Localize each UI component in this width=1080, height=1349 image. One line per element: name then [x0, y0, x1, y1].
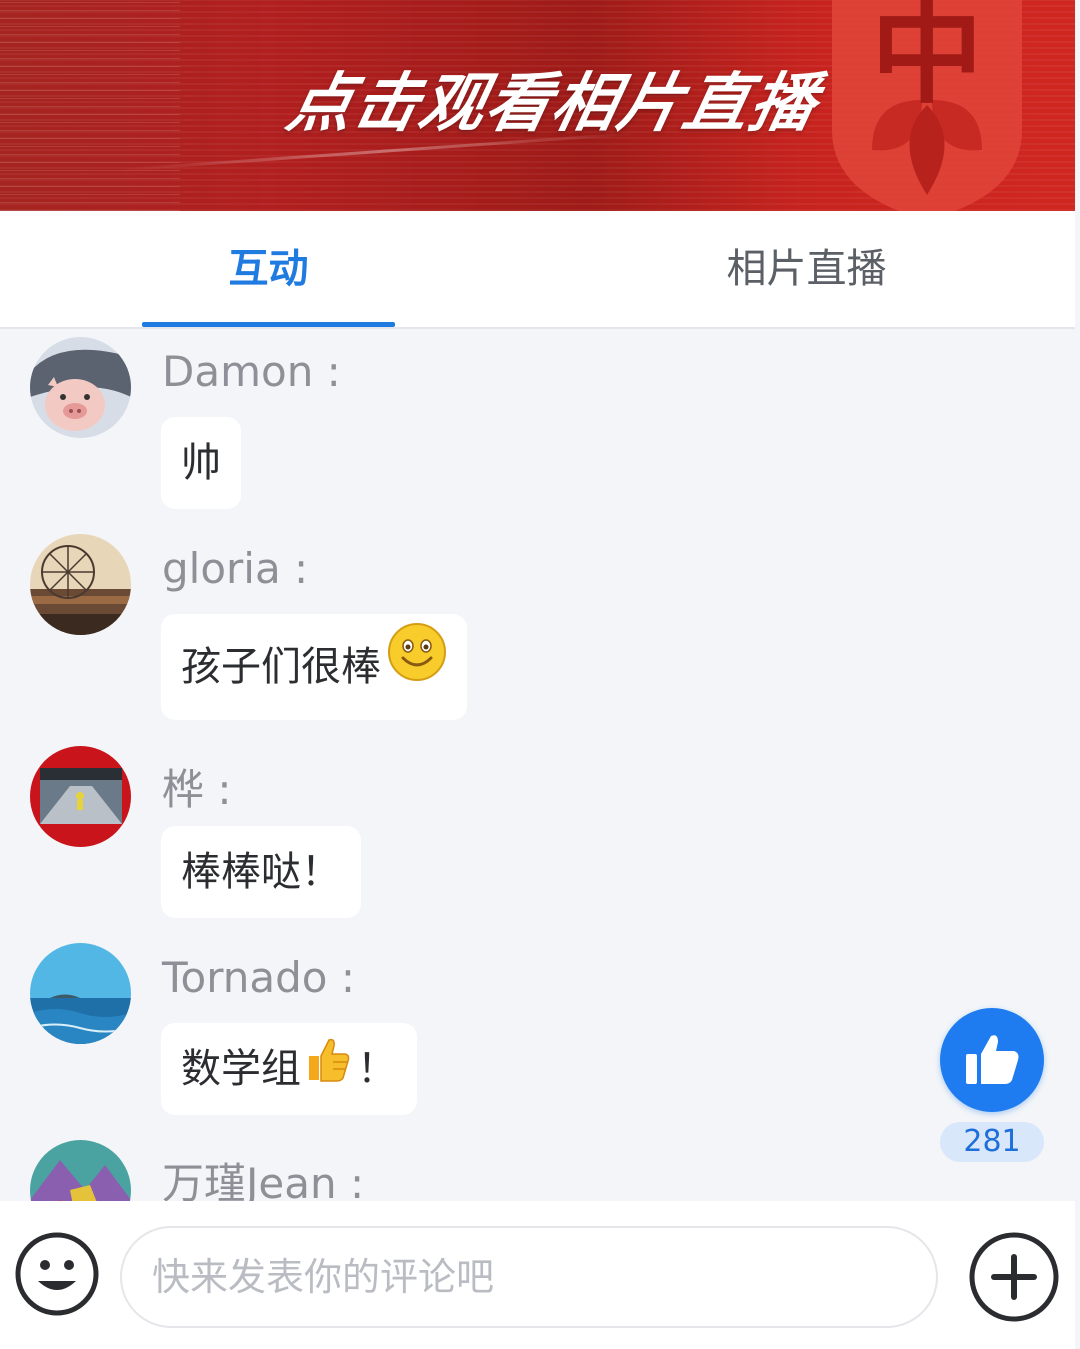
comment-bubble: 棒棒哒！ [161, 826, 361, 918]
username-separator: : [327, 953, 355, 1002]
smile-emoji-icon [387, 616, 447, 722]
username-separator: : [280, 544, 309, 593]
comment-text: 数学组 [181, 1046, 301, 1092]
avatar[interactable] [30, 746, 131, 847]
pig-avatar-icon [30, 337, 131, 438]
like-count-badge: 281 [940, 1122, 1044, 1162]
avatar[interactable] [30, 1140, 131, 1201]
username-separator: : [313, 347, 341, 396]
username-text: Tornado [162, 953, 328, 1002]
thumbs-up-emoji-icon [303, 1025, 351, 1117]
username-text: Damon [162, 347, 314, 396]
avatar[interactable] [30, 534, 131, 635]
comment-input[interactable] [120, 1226, 938, 1328]
comment-text: 帅 [181, 440, 221, 486]
banner-stripes [0, 0, 180, 211]
tab-bar: 互动 相片直播 [0, 211, 1075, 329]
comment-username: Damon : [162, 347, 341, 396]
tab-interact[interactable]: 互动 [142, 211, 395, 327]
comment-username: 桦 : [162, 756, 232, 817]
mountain-avatar-icon [30, 1140, 131, 1201]
username-separator: : [336, 1159, 365, 1201]
comment-list[interactable]: Damon : 帅 gloria : 孩子们很棒 桦: 棒棒哒！ Tornad… [0, 329, 1075, 1201]
avatar[interactable] [30, 943, 131, 1044]
comment-username: gloria : [162, 544, 308, 593]
banner-title[interactable]: 点击观看相片直播 [280, 52, 828, 144]
thumbs-up-icon [966, 1035, 1019, 1084]
comment-text-after: ！ [357, 1046, 397, 1092]
avatar[interactable] [30, 337, 131, 438]
comment-bubble: 孩子们很棒 [161, 614, 467, 720]
comment-bubble: 数学组 ！ [161, 1023, 417, 1115]
smiley-icon[interactable] [14, 1231, 100, 1317]
comment-username: Tornado : [162, 953, 355, 1002]
ferris-wheel-avatar-icon [30, 534, 131, 635]
username-text: 桦 [162, 765, 205, 814]
comment-text: 孩子们很棒 [181, 644, 381, 690]
username-separator: : [204, 765, 232, 814]
emblem-logo: 中 [832, 0, 1022, 211]
username-text: gloria [162, 544, 281, 593]
active-tab-indicator [142, 322, 395, 327]
emblem-glyph: 中 [871, 0, 983, 119]
comment-username: 万瑾Jean : [162, 1150, 364, 1201]
tab-photo-live[interactable]: 相片直播 [680, 211, 933, 327]
username-text: 万瑾Jean [162, 1159, 337, 1201]
like-button[interactable] [940, 1008, 1044, 1112]
sea-avatar-icon [30, 943, 131, 1044]
comment-bubble: 帅 [161, 417, 241, 509]
plus-circle-icon[interactable] [968, 1231, 1060, 1323]
photo-live-page: 点击观看相片直播 中 互动 相片直播 Damon: 帅 gloria: 孩子… [0, 0, 1080, 1349]
corridor-avatar-icon [30, 746, 131, 847]
live-banner[interactable]: 点击观看相片直播 中 [0, 0, 1075, 211]
comment-input-bar [0, 1201, 1075, 1349]
comment-text: 棒棒哒！ [181, 849, 341, 895]
